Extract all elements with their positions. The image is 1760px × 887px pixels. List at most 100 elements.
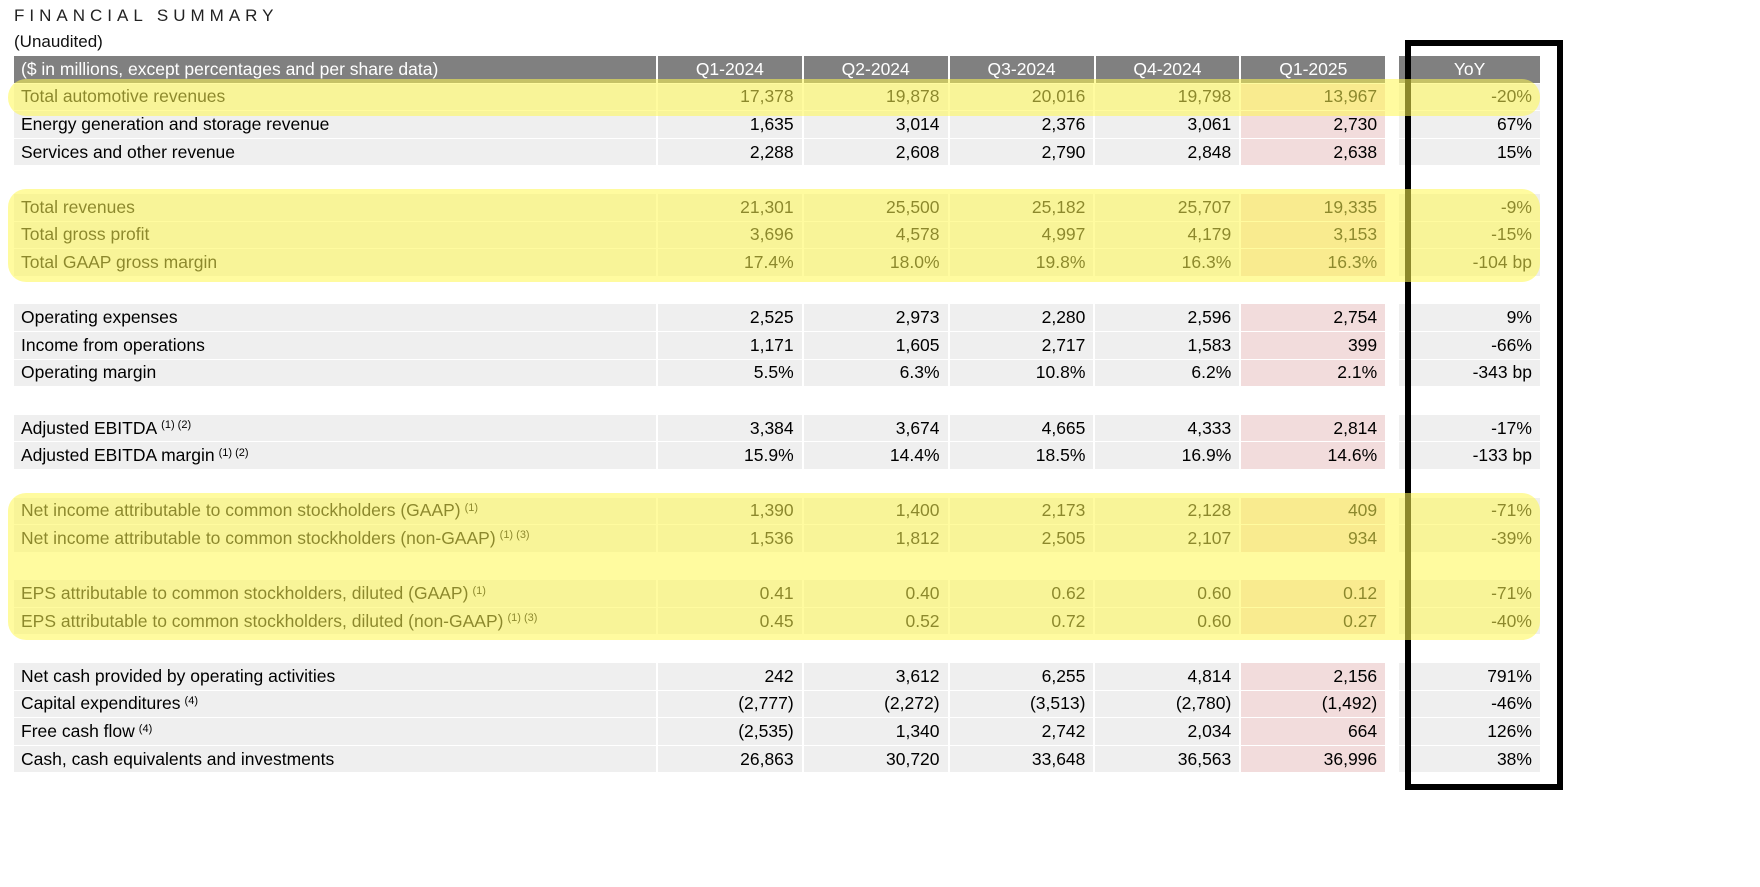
value-cell-q4-2024: 19,798 <box>1095 83 1242 112</box>
footnote-ref: (1) <box>464 501 479 514</box>
value-cell-q4-2024: 25,707 <box>1095 193 1242 222</box>
value-cell-q1-2024: 1,536 <box>657 525 804 553</box>
table-row: Income from operations 1,171 1,605 2,717 1,5… <box>14 331 1542 360</box>
column-gap <box>1387 663 1400 691</box>
value-cell-q4-2024: 2,034 <box>1095 718 1242 746</box>
header-q3-2024: Q3-2024 <box>949 56 1096 84</box>
value-cell-q1-2025: 2,754 <box>1241 304 1388 332</box>
value-cell-q1-2024: 242 <box>657 663 804 691</box>
row-label-text: Cash, cash equivalents and investments <box>21 748 335 769</box>
yoy-cell: -20% <box>1399 83 1542 112</box>
value-cell-q2-2024: 3,014 <box>803 111 950 139</box>
value-cell-q3-2024: 2,376 <box>949 111 1096 139</box>
yoy-cell: -39% <box>1399 525 1542 553</box>
table-header-row: ($ in millions, except percentages and p… <box>14 56 1543 84</box>
row-label: Adjusted EBITDA (1) (2) <box>14 414 658 443</box>
value-cell-q1-2024: 0.41 <box>657 580 804 608</box>
yoy-cell: 67% <box>1399 111 1542 139</box>
value-cell-q4-2024: 2,596 <box>1095 304 1242 332</box>
value-cell-q4-2024: 0.60 <box>1095 607 1242 636</box>
value-cell-q2-2024: 2,973 <box>803 304 950 332</box>
row-label-text: Net cash provided by operating activitie… <box>21 665 336 686</box>
value-cell-q1-2024: 15.9% <box>657 442 804 470</box>
row-label-text: EPS attributable to common stockholders,… <box>21 610 504 631</box>
column-gap <box>1387 525 1400 553</box>
row-label-text: Operating margin <box>21 362 157 383</box>
value-cell-q1-2024: (2,535) <box>657 718 804 746</box>
header-label-cell: ($ in millions, except percentages and p… <box>14 56 658 84</box>
value-cell-q2-2024: 14.4% <box>803 442 950 470</box>
value-cell-q3-2024: (3,513) <box>949 690 1096 719</box>
table-row: EPS attributable to common stockholders,… <box>14 607 1542 636</box>
value-cell-q4-2024: 16.3% <box>1095 249 1242 277</box>
yoy-cell: -104 bp <box>1399 249 1542 277</box>
value-cell-q1-2025: 0.12 <box>1241 580 1388 608</box>
spacer-row <box>14 470 1542 498</box>
table-row: Total GAAP gross margin 17.4% 18.0% 19.8% 16… <box>14 249 1542 277</box>
row-label: Net income attributable to common stockh… <box>14 497 658 526</box>
column-gap <box>1387 608 1400 636</box>
spacer-row <box>14 387 1542 415</box>
row-label-text: Income from operations <box>21 334 205 355</box>
footnote-ref: (1) <box>472 584 486 597</box>
value-cell-q2-2024: 3,674 <box>803 414 950 443</box>
column-gap <box>1387 111 1400 139</box>
row-label-text: Net income attributable to common stockh… <box>21 527 496 548</box>
value-cell-q2-2024: 18.0% <box>803 249 950 277</box>
column-gap <box>1387 194 1400 222</box>
value-cell-q2-2024: 3,612 <box>803 663 950 691</box>
value-cell-q1-2025: 2,156 <box>1241 663 1388 691</box>
column-gap <box>1387 442 1400 470</box>
yoy-cell: -17% <box>1399 414 1542 443</box>
value-cell-q4-2024: 2,128 <box>1095 497 1242 526</box>
table-row: Net income attributable to common stockh… <box>14 497 1542 526</box>
value-cell-q1-2025: 36,996 <box>1241 745 1388 774</box>
value-cell-q3-2024: 18.5% <box>949 442 1096 470</box>
value-cell-q4-2024: 36,563 <box>1095 745 1242 774</box>
header-yoy: YoY <box>1399 56 1543 84</box>
column-gap <box>1387 249 1400 277</box>
value-cell-q2-2024: 1,340 <box>803 718 950 746</box>
spacer-row <box>14 635 1542 663</box>
value-cell-q3-2024: 20,016 <box>949 83 1096 112</box>
table-row: Total automotive revenues 17,378 19,878 20,… <box>14 83 1542 112</box>
value-cell-q4-2024: 0.60 <box>1095 580 1242 608</box>
yoy-cell: -40% <box>1399 607 1542 636</box>
row-label-text: Adjusted EBITDA margin <box>21 445 215 466</box>
yoy-cell: -15% <box>1399 221 1542 250</box>
value-cell-q1-2025: 16.3% <box>1241 249 1388 277</box>
footnote-ref: (1) (3) <box>499 529 530 542</box>
value-cell-q2-2024: 4,578 <box>803 221 950 250</box>
row-label-text: Operating expenses <box>21 307 178 328</box>
value-cell-q1-2025: 2,814 <box>1241 414 1388 443</box>
table-body: Total automotive revenues 17,378 19,878 20,… <box>14 83 1542 774</box>
yoy-cell: -343 bp <box>1399 359 1542 388</box>
footnote-ref: (1) (2) <box>161 419 192 432</box>
value-cell-q4-2024: 4,814 <box>1095 663 1242 691</box>
value-cell-q2-2024: 2,608 <box>803 138 950 167</box>
row-label: Operating margin <box>14 359 658 388</box>
value-cell-q3-2024: 2,505 <box>949 525 1096 553</box>
row-label-text: Energy generation and storage revenue <box>21 113 330 134</box>
value-cell-q2-2024: 25,500 <box>803 193 950 222</box>
header-q2-2024: Q2-2024 <box>803 56 950 84</box>
value-cell-q1-2024: 17,378 <box>657 83 804 112</box>
row-label-text: Services and other revenue <box>21 141 236 162</box>
footnote-ref: (1) (2) <box>218 446 249 459</box>
row-label: Free cash flow (4) <box>14 718 658 746</box>
value-cell-q1-2024: 0.45 <box>657 607 804 636</box>
row-label: EPS attributable to common stockholders,… <box>14 580 658 608</box>
value-cell-q2-2024: 1,605 <box>803 331 950 360</box>
report-title: FINANCIAL SUMMARY <box>14 6 279 25</box>
column-gap <box>1387 360 1400 388</box>
row-label-text: Total revenues <box>21 196 135 217</box>
column-gap <box>1387 746 1400 774</box>
value-cell-q4-2024: 1,583 <box>1095 331 1242 360</box>
column-gap <box>1387 415 1400 443</box>
table-row: Free cash flow (4) (2,535) 1,340 2,742 2,034 6… <box>14 718 1542 746</box>
value-cell-q2-2024: 6.3% <box>803 359 950 388</box>
value-cell-q2-2024: 1,812 <box>803 525 950 553</box>
row-label: EPS attributable to common stockholders,… <box>14 607 658 636</box>
value-cell-q4-2024: 2,107 <box>1095 525 1242 553</box>
column-gap <box>1387 139 1400 167</box>
